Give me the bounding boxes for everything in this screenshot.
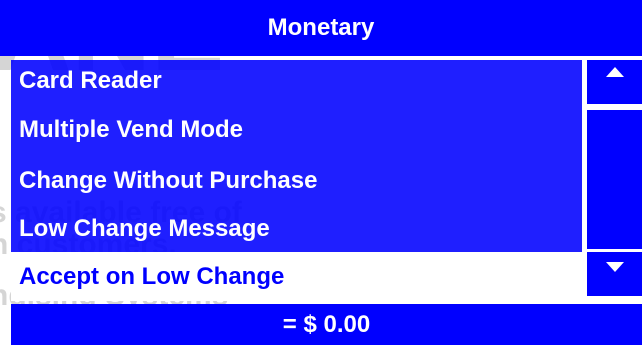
- menu-item-low-change-message[interactable]: Low Change Message: [11, 204, 582, 253]
- menu-item-accept-on-low-change[interactable]: Accept on Low Change: [11, 252, 582, 301]
- triangle-up-icon: [606, 67, 624, 77]
- scrollbar-track[interactable]: [587, 110, 642, 249]
- scroll-up-button[interactable]: [587, 60, 642, 104]
- menu-item-multiple-vend-mode[interactable]: Multiple Vend Mode: [11, 105, 582, 154]
- menu-item-card-reader[interactable]: Card Reader: [11, 56, 582, 105]
- scroll-down-button[interactable]: [587, 252, 642, 296]
- header-bar: Monetary: [0, 0, 642, 56]
- triangle-down-icon: [606, 262, 624, 272]
- balance-display: = $ 0.00: [282, 311, 371, 338]
- menu-item-change-without-purchase[interactable]: Change Without Purchase: [11, 156, 582, 205]
- page-title: Monetary: [267, 14, 375, 41]
- menu-list: Card Reader Multiple Vend Mode Change Wi…: [11, 56, 582, 304]
- footer-bar: = $ 0.00: [11, 304, 642, 345]
